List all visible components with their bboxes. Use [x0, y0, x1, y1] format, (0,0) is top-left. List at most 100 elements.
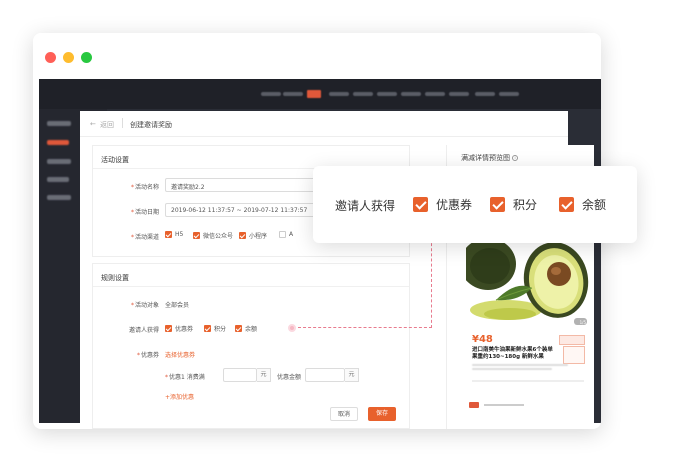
checkbox-checked-icon	[235, 325, 242, 332]
discount-unit: 元	[345, 368, 359, 382]
reward-checkbox-coupon[interactable]: 优惠券	[165, 324, 193, 333]
add-offer-link[interactable]: +添加优惠	[165, 392, 194, 401]
checkbox-unchecked-icon	[279, 231, 286, 238]
divider	[93, 286, 409, 287]
checkbox-checked-icon	[413, 197, 428, 212]
checkbox-label: A	[289, 231, 294, 238]
activity-name-label-text: 活动名称	[134, 184, 159, 191]
offer-label: *优惠1 消费满	[165, 374, 205, 381]
reward-checkbox-points[interactable]: 积分	[204, 324, 226, 333]
section-title: 活动设置	[101, 156, 129, 164]
callout-checkbox-coupon[interactable]: 优惠券	[413, 196, 472, 213]
min-spend-unit: 元	[257, 368, 271, 382]
connector-line	[431, 238, 432, 328]
reward-label: 邀请人获得	[128, 327, 159, 334]
save-button[interactable]: 保存	[368, 407, 396, 421]
coupon-badge[interactable]	[563, 346, 585, 364]
checkbox-checked-icon	[559, 197, 574, 212]
callout-checkbox-points[interactable]: 积分	[490, 196, 537, 213]
nav-item[interactable]	[401, 92, 421, 96]
callout-checkbox-balance[interactable]: 余额	[559, 196, 606, 213]
checkbox-label: 微信公众号	[203, 233, 234, 240]
product-name: 进口南美牛油果新鲜水果6个装单果重约130~180g 新鲜水果	[472, 347, 553, 360]
rules-settings-section: 规则设置 *活动对象 全部会员 邀请人获得 优惠券 积分 余额 *优惠券 选择优…	[92, 263, 410, 429]
nav-item-active[interactable]	[307, 90, 321, 98]
panel-header: ← 返回 创建邀请奖励	[80, 111, 568, 137]
minimize-window-button[interactable]	[63, 52, 74, 63]
promo-tag	[469, 402, 479, 408]
target-label-text: 活动对象	[134, 302, 159, 309]
checkbox-label: 优惠券	[436, 198, 473, 212]
offer-label-text: 优惠1 消费满	[169, 374, 205, 381]
promo-text	[484, 404, 524, 406]
min-spend-input[interactable]	[223, 368, 257, 382]
product-preview-card: 1/5 ¥48 进口南美牛油果新鲜水果6个装单果重约130~180g 新鲜水果	[466, 240, 591, 410]
sidebar-item-active[interactable]	[47, 140, 69, 145]
sidebar-item[interactable]	[47, 195, 71, 200]
product-description	[472, 364, 568, 374]
back-arrow-icon[interactable]: ←	[90, 120, 96, 128]
activity-channel-label: *活动渠道	[130, 234, 159, 241]
image-counter: 1/5	[579, 320, 586, 325]
checkbox-checked-icon	[165, 231, 172, 238]
sidebar-item[interactable]	[47, 177, 69, 182]
checkbox-label: 余额	[245, 326, 258, 333]
checkbox-checked-icon	[204, 325, 211, 332]
nav-item[interactable]	[329, 92, 349, 96]
target-value: 全部会员	[165, 302, 190, 309]
coupon-label: *优惠券	[136, 352, 159, 359]
header-divider	[122, 118, 123, 128]
reward-options-callout: 邀请人获得 优惠券 积分 余额	[313, 166, 637, 243]
channel-checkbox-wechat[interactable]: 微信公众号	[193, 231, 233, 240]
preview-title: 满减详情预览图 i	[461, 153, 518, 163]
checkbox-label: 优惠券	[175, 326, 194, 333]
checkbox-label: 积分	[214, 326, 227, 333]
nav-item[interactable]	[475, 92, 495, 96]
highlight-marker	[288, 324, 296, 332]
coupon-label-text: 优惠券	[140, 352, 159, 359]
info-icon[interactable]: i	[512, 155, 518, 161]
maximize-window-button[interactable]	[81, 52, 92, 63]
channel-checkbox-app[interactable]: A	[279, 231, 293, 238]
checkbox-checked-icon	[165, 325, 172, 332]
reward-checkbox-balance[interactable]: 余额	[235, 324, 257, 333]
sidebar-item[interactable]	[47, 159, 71, 164]
nav-item[interactable]	[449, 92, 469, 96]
avocado-illustration	[466, 240, 591, 328]
checkbox-label: H5	[175, 231, 184, 238]
nav-item[interactable]	[353, 92, 373, 96]
back-link[interactable]: 返回	[100, 120, 114, 130]
checkbox-label: 积分	[513, 198, 538, 212]
product-price: ¥48	[472, 334, 493, 345]
connector-line	[298, 327, 432, 328]
checkbox-checked-icon	[193, 232, 200, 239]
preview-title-text: 满减详情预览图	[461, 154, 510, 162]
nav-item[interactable]	[499, 92, 519, 96]
activity-name-label: *活动名称	[130, 184, 159, 191]
sidebar-item[interactable]	[47, 121, 71, 126]
checkbox-checked-icon	[239, 232, 246, 239]
callout-label: 邀请人获得	[335, 199, 396, 213]
nav-item[interactable]	[377, 92, 397, 96]
channel-checkbox-miniprogram[interactable]: 小程序	[239, 231, 267, 240]
checkbox-label: 余额	[582, 198, 607, 212]
activity-channel-label-text: 活动渠道	[134, 234, 159, 241]
discount-amount-input[interactable]	[305, 368, 345, 382]
nav-item[interactable]	[425, 92, 445, 96]
nav-item[interactable]	[283, 92, 303, 96]
discount-label: 优惠金额	[277, 374, 302, 381]
window-titlebar	[33, 33, 601, 79]
checkbox-checked-icon	[490, 197, 505, 212]
price-tag-badge	[559, 335, 585, 345]
activity-date-label-text: 活动日期	[134, 209, 159, 216]
close-window-button[interactable]	[45, 52, 56, 63]
section-title: 规则设置	[101, 274, 129, 282]
channel-checkbox-h5[interactable]: H5	[165, 231, 183, 238]
page-title: 创建邀请奖励	[130, 121, 172, 129]
product-image: 1/5	[466, 240, 591, 328]
select-coupon-link[interactable]: 选择优惠券	[165, 350, 195, 359]
nav-item[interactable]	[261, 92, 281, 96]
cancel-button[interactable]: 取消	[330, 407, 358, 421]
top-navigation-bar	[39, 79, 601, 109]
target-label: *活动对象	[130, 302, 159, 309]
